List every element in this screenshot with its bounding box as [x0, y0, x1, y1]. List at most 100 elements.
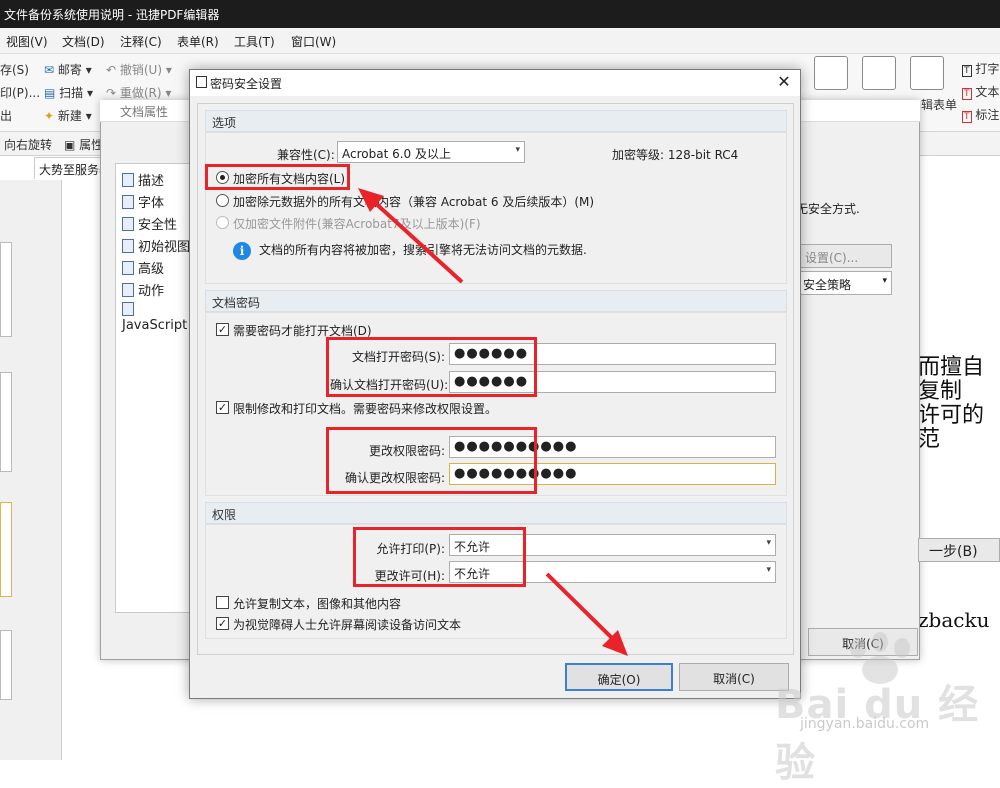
require-open-password-checkbox[interactable]: ✓ — [216, 323, 229, 336]
font-icon — [122, 195, 134, 209]
print-button[interactable]: 印(P)... — [0, 84, 40, 101]
change-permission-label: 更改许可(H): — [374, 569, 445, 583]
action-icon — [122, 283, 134, 297]
close-icon[interactable]: ✕ — [774, 72, 794, 92]
category-description[interactable]: 描述 — [122, 170, 164, 189]
ok-button[interactable]: 确定(O) — [565, 663, 673, 691]
save-button[interactable]: 存(S) — [0, 61, 29, 78]
category-javascript[interactable]: JavaScript — [122, 302, 194, 333]
document-icon — [122, 173, 134, 187]
properties-icon: ▣ — [64, 138, 80, 152]
category-security[interactable]: 安全性 — [122, 214, 177, 233]
permission-password-label: 更改权限密码: — [368, 444, 445, 458]
open-password-input[interactable]: ●●●●●● — [449, 343, 776, 365]
typewriter-tool[interactable]: T 打字 — [962, 60, 999, 77]
menu-comment[interactable]: 注释(C) — [120, 33, 162, 50]
chevron-down-icon: ▾ — [766, 565, 771, 575]
rotate-right-button[interactable]: 向右旋转 — [4, 136, 52, 153]
encryption-info-text: 文档的所有内容将被加密，搜索引擎将无法访问文档的元数据. — [259, 243, 587, 257]
confirm-permission-password-input[interactable]: ●●●●●●●●●● — [449, 463, 776, 485]
permission-password-input[interactable]: ●●●●●●●●●● — [449, 436, 776, 458]
info-icon: i — [233, 242, 251, 260]
text-box-icon[interactable] — [814, 56, 848, 90]
category-initial-view[interactable]: 初始视图 — [122, 236, 190, 255]
typewriter-icon: T — [962, 65, 972, 77]
page-thumbnail[interactable] — [0, 372, 12, 472]
menu-view[interactable]: 视图(V) — [6, 33, 48, 50]
permissions-section-header: 权限 — [205, 502, 787, 524]
encrypt-all-label[interactable]: 加密所有文档内容(L) — [233, 170, 345, 187]
allow-print-dropdown[interactable]: 不允许 ▾ — [449, 534, 776, 556]
compat-dropdown[interactable]: Acrobat 6.0 及以上 ▾ — [337, 141, 525, 163]
open-password-label: 文档打开密码(S): — [351, 350, 445, 364]
options-section-header: 选项 — [205, 110, 787, 132]
lock-icon — [122, 217, 134, 231]
textbox-icon: T — [962, 88, 972, 100]
encrypt-attachments-radio[interactable] — [216, 216, 229, 229]
chevron-down-icon: ▾ — [766, 538, 771, 548]
redo-icon: ↷ — [106, 86, 120, 100]
dialog-app-icon — [196, 76, 207, 88]
restrict-permissions-checkbox[interactable]: ✓ — [216, 401, 229, 414]
window-title-bar: 文件备份系统使用说明 - 迅捷PDF编辑器 — [0, 0, 1000, 28]
mail-icon: ✉ — [44, 63, 58, 77]
script-icon — [122, 302, 134, 316]
encryption-level: 加密等级: 128-bit RC4 — [612, 148, 739, 162]
properties-button[interactable]: ▣ 属性 — [64, 136, 103, 153]
screen-reader-checkbox[interactable]: ✓ — [216, 617, 229, 630]
form-edit-icon[interactable] — [910, 56, 944, 90]
properties-category-list: 描述 字体 安全性 初始视图 高级 动作 JavaScript — [115, 163, 195, 613]
menu-window[interactable]: 窗口(W) — [291, 33, 336, 50]
undo-button[interactable]: ↶ 撤销(U) ▾ — [106, 61, 172, 78]
callout-tool[interactable]: T 标注 — [962, 106, 999, 123]
change-permission-dropdown[interactable]: 不允许 ▾ — [449, 561, 776, 583]
edit-form-label[interactable]: 辑表单 — [921, 96, 957, 113]
encrypt-except-metadata-label[interactable]: 加密除元数据外的所有文档内容（兼容 Acrobat 6 及后续版本）(M) — [233, 193, 594, 210]
menu-bar: 视图(V) 文档(D) 注释(C) 表单(R) 工具(T) 窗口(W) — [0, 28, 1000, 54]
allow-copy-label[interactable]: 允许复制文本，图像和其他内容 — [233, 595, 401, 612]
export-button[interactable]: 出 — [0, 107, 12, 124]
encrypt-attachments-label[interactable]: 仅加密文件附件(兼容Acrobat7及以上版本)(F) — [233, 215, 481, 232]
new-button[interactable]: ✦ 新建 ▾ — [44, 107, 92, 124]
view-icon — [122, 239, 134, 253]
require-open-password-label[interactable]: 需要密码才能打开文档(D) — [233, 322, 372, 339]
category-advanced[interactable]: 高级 — [122, 258, 164, 277]
menu-tools[interactable]: 工具(T) — [234, 33, 275, 50]
confirm-open-password-label: 确认文档打开密码(U): — [330, 378, 449, 392]
chevron-down-icon: ▾ — [882, 276, 887, 286]
cancel-button[interactable]: 取消(C) — [679, 663, 789, 691]
category-fonts[interactable]: 字体 — [122, 192, 164, 211]
scan-button[interactable]: ▤ 扫描 ▾ — [44, 84, 93, 101]
new-icon: ✦ — [44, 109, 58, 123]
undo-icon: ↶ — [106, 63, 120, 77]
previous-step-button[interactable]: 一步(B) — [918, 538, 1000, 562]
allow-copy-checkbox[interactable] — [216, 596, 229, 609]
allow-print-label: 允许打印(P): — [376, 542, 445, 556]
security-policy-dropdown[interactable]: 安全策略 ▾ — [798, 271, 892, 295]
advanced-icon — [122, 261, 134, 275]
image-add-icon[interactable] — [862, 56, 896, 90]
confirm-open-password-input[interactable]: ●●●●●● — [449, 371, 776, 393]
page-thumbnail[interactable] — [0, 242, 12, 337]
restrict-permissions-label[interactable]: 限制修改和打印文档。需要密码来修改权限设置。 — [233, 400, 497, 417]
watermark-url: jingyan.baidu.com — [800, 716, 930, 732]
mail-button[interactable]: ✉ 邮寄 ▾ — [44, 61, 92, 78]
page-thumbnail[interactable] — [0, 630, 12, 700]
page-text: 而擅自复制 许可的范 — [918, 355, 985, 452]
thumbnail-panel — [0, 180, 62, 760]
menu-document[interactable]: 文档(D) — [62, 33, 105, 50]
redo-button[interactable]: ↷ 重做(R) ▾ — [106, 84, 171, 101]
security-method-text: 无安全方式. — [796, 202, 860, 216]
encrypt-all-radio[interactable] — [216, 171, 229, 184]
encrypt-except-metadata-radio[interactable] — [216, 194, 229, 207]
category-actions[interactable]: 动作 — [122, 280, 164, 299]
page-thumbnail[interactable] — [0, 502, 12, 597]
security-settings-button[interactable]: 设置(C)... — [798, 244, 892, 268]
doc-password-section-header: 文档密码 — [205, 290, 787, 312]
compat-label: 兼容性(C): — [277, 148, 335, 162]
screen-reader-label[interactable]: 为视觉障碍人士允许屏幕阅读设备访问文本 — [233, 616, 461, 633]
menu-form[interactable]: 表单(R) — [177, 33, 219, 50]
window-title: 文件备份系统使用说明 - 迅捷PDF编辑器 — [4, 8, 220, 22]
document-tab[interactable]: 大势至服务器 — [34, 157, 102, 179]
textbox-tool[interactable]: T 文本 — [962, 83, 999, 100]
